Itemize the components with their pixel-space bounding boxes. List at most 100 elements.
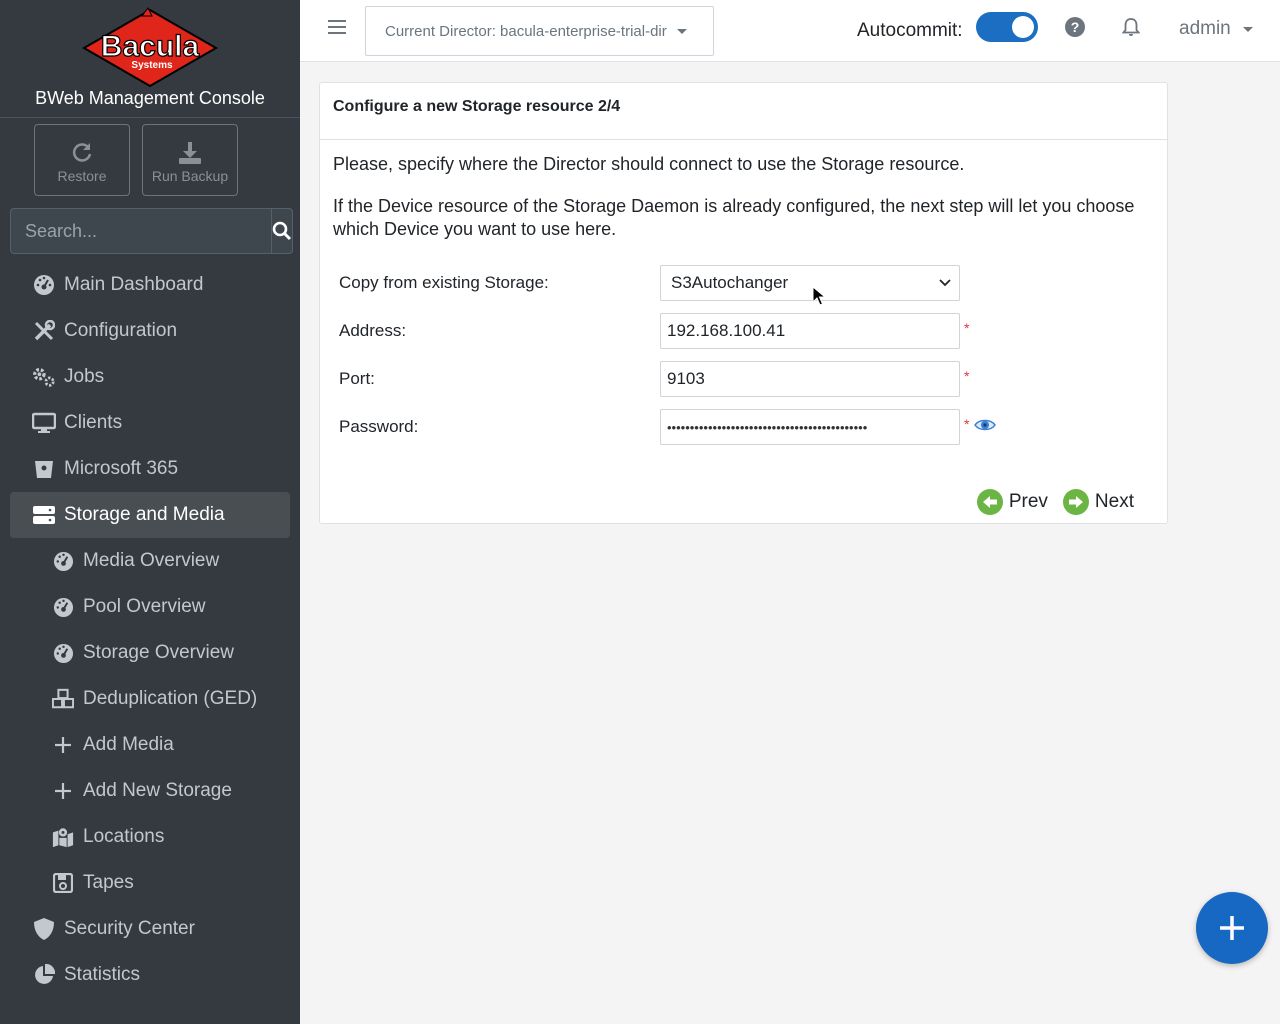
sidebar-subitem-tapes[interactable]: Tapes xyxy=(10,860,290,906)
logo-text: Bacula xyxy=(101,30,200,63)
search-button[interactable] xyxy=(271,208,293,254)
question-circle-icon: ? xyxy=(1065,17,1085,37)
form-row-port: Port: 9103 * xyxy=(339,361,1019,397)
eye-icon xyxy=(974,419,997,430)
chevron-down-icon xyxy=(939,279,951,287)
required-marker: * xyxy=(964,320,970,336)
sidebar-item-label: Security Center xyxy=(64,918,195,939)
user-menu[interactable]: admin xyxy=(1179,18,1253,40)
sidebar: Bacula Systems BWeb Management Console R… xyxy=(0,0,300,1024)
hamburger-icon xyxy=(328,20,346,34)
user-name: admin xyxy=(1179,18,1231,39)
arrow-left-circle-icon xyxy=(976,489,1003,515)
pie-chart-icon xyxy=(32,963,56,987)
restore-button[interactable]: Restore xyxy=(34,124,130,196)
tools-icon xyxy=(32,319,56,343)
desktop-icon xyxy=(32,411,56,435)
redo-icon xyxy=(72,143,92,162)
notifications-button[interactable] xyxy=(1121,17,1141,42)
add-floating-button[interactable] xyxy=(1196,892,1268,964)
sidebar-item-clients[interactable]: Clients xyxy=(10,400,290,446)
password-input[interactable]: ••••••••••••••••••••••••••••••••••••••••… xyxy=(660,409,960,445)
top-navbar: Current Director: bacula-enterprise-tria… xyxy=(300,0,1280,62)
sidebar-subitem-pool-overview[interactable]: Pool Overview xyxy=(10,584,290,630)
next-button[interactable]: Next xyxy=(1062,489,1134,515)
sidebar-item-storage-and-media[interactable]: Storage and Media xyxy=(10,492,290,538)
sidebar-item-configuration[interactable]: Configuration xyxy=(10,308,290,354)
bell-icon xyxy=(1121,18,1141,36)
sidebar-item-label: Storage Overview xyxy=(83,642,235,663)
director-select[interactable]: Current Director: bacula-enterprise-tria… xyxy=(365,6,714,56)
sidebar-item-label: Statistics xyxy=(64,964,141,985)
gears-icon xyxy=(32,365,56,389)
sidebar-item-label: Deduplication (GED) xyxy=(83,688,258,709)
copy-storage-select[interactable]: S3Autochanger xyxy=(660,265,960,301)
sidebar-item-statistics[interactable]: Statistics xyxy=(10,952,290,998)
sidebar-search xyxy=(10,208,293,254)
bacula-logo[interactable]: Bacula Systems xyxy=(80,6,220,88)
menu-toggle-button[interactable] xyxy=(328,19,346,40)
director-label: Current Director: bacula-enterprise-tria… xyxy=(385,22,667,40)
svg-text:?: ? xyxy=(1071,19,1080,35)
brand: Bacula Systems BWeb Management Console xyxy=(0,0,300,118)
save-icon xyxy=(52,872,74,894)
port-label: Port: xyxy=(339,369,375,388)
shield-icon xyxy=(32,917,56,941)
cubes-icon xyxy=(52,688,74,710)
logo-subtext: Systems xyxy=(131,60,173,71)
intro-text-1: Please, specify where the Director shoul… xyxy=(333,154,965,174)
sidebar-subitem-add-new-storage[interactable]: Add New Storage xyxy=(10,768,290,814)
required-marker: * xyxy=(964,416,970,432)
sidebar-item-label: Add New Storage xyxy=(83,780,232,801)
hdd-icon xyxy=(32,503,56,527)
card-body: Please, specify where the Director shoul… xyxy=(320,140,1167,273)
sidebar-item-label: Pool Overview xyxy=(83,596,206,617)
sidebar-subitem-add-media[interactable]: Add Media xyxy=(10,722,290,768)
sidebar-item-label: Microsoft 365 xyxy=(64,458,179,479)
sidebar-subitem-locations[interactable]: Locations xyxy=(10,814,290,860)
address-label: Address: xyxy=(339,321,407,340)
port-input[interactable]: 9103 xyxy=(660,361,960,397)
toggle-knob xyxy=(1012,16,1034,38)
sidebar-item-label: Main Dashboard xyxy=(64,274,204,295)
plus-icon xyxy=(1220,916,1244,940)
arrow-right-circle-icon xyxy=(1062,489,1089,515)
sidebar-item-security-center[interactable]: Security Center xyxy=(10,906,290,952)
next-label: Next xyxy=(1094,491,1134,512)
sidebar-subitem-storage-overview[interactable]: Storage Overview xyxy=(10,630,290,676)
search-icon xyxy=(272,221,292,241)
dashboard-icon xyxy=(52,550,74,572)
sidebar-item-label: Clients xyxy=(64,412,123,433)
sidebar-item-jobs[interactable]: Jobs xyxy=(10,354,290,400)
mouse-cursor-icon xyxy=(812,286,826,306)
help-button[interactable]: ? xyxy=(1065,17,1085,42)
dashboard-icon xyxy=(52,596,74,618)
sidebar-item-label: Add Media xyxy=(83,734,174,755)
run-backup-label: Run Backup xyxy=(151,168,229,184)
sidebar-item-label: Configuration xyxy=(64,320,178,341)
copy-storage-label: Copy from existing Storage: xyxy=(339,273,549,292)
plus-icon xyxy=(52,780,74,802)
show-password-button[interactable] xyxy=(974,418,997,437)
download-icon xyxy=(179,142,201,164)
chevron-down-icon xyxy=(1242,26,1253,32)
wizard-navigation: Prev Next xyxy=(976,489,1134,515)
prev-button[interactable]: Prev xyxy=(976,489,1048,515)
run-backup-button[interactable]: Run Backup xyxy=(142,124,238,196)
sidebar-item-label: Locations xyxy=(83,826,165,847)
form-row-password: Password: ••••••••••••••••••••••••••••••… xyxy=(339,409,1019,445)
brand-title: BWeb Management Console xyxy=(35,88,265,108)
autocommit-toggle[interactable] xyxy=(976,12,1038,42)
copy-storage-value: S3Autochanger xyxy=(671,273,789,292)
address-input[interactable]: 192.168.100.41 xyxy=(660,313,960,349)
password-label: Password: xyxy=(339,417,419,436)
sidebar-item-main-dashboard[interactable]: Main Dashboard xyxy=(10,262,290,308)
search-input[interactable] xyxy=(10,208,271,254)
dashboard-icon xyxy=(32,273,56,297)
sidebar-subitem-media-overview[interactable]: Media Overview xyxy=(10,538,290,584)
required-marker: * xyxy=(964,368,970,384)
card-title: Configure a new Storage resource 2/4 xyxy=(320,83,1167,140)
sidebar-subitem-deduplication[interactable]: Deduplication (GED) xyxy=(10,676,290,722)
form-row-address: Address: 192.168.100.41 * xyxy=(339,313,1019,349)
sidebar-item-microsoft-365[interactable]: Microsoft 365 xyxy=(10,446,290,492)
